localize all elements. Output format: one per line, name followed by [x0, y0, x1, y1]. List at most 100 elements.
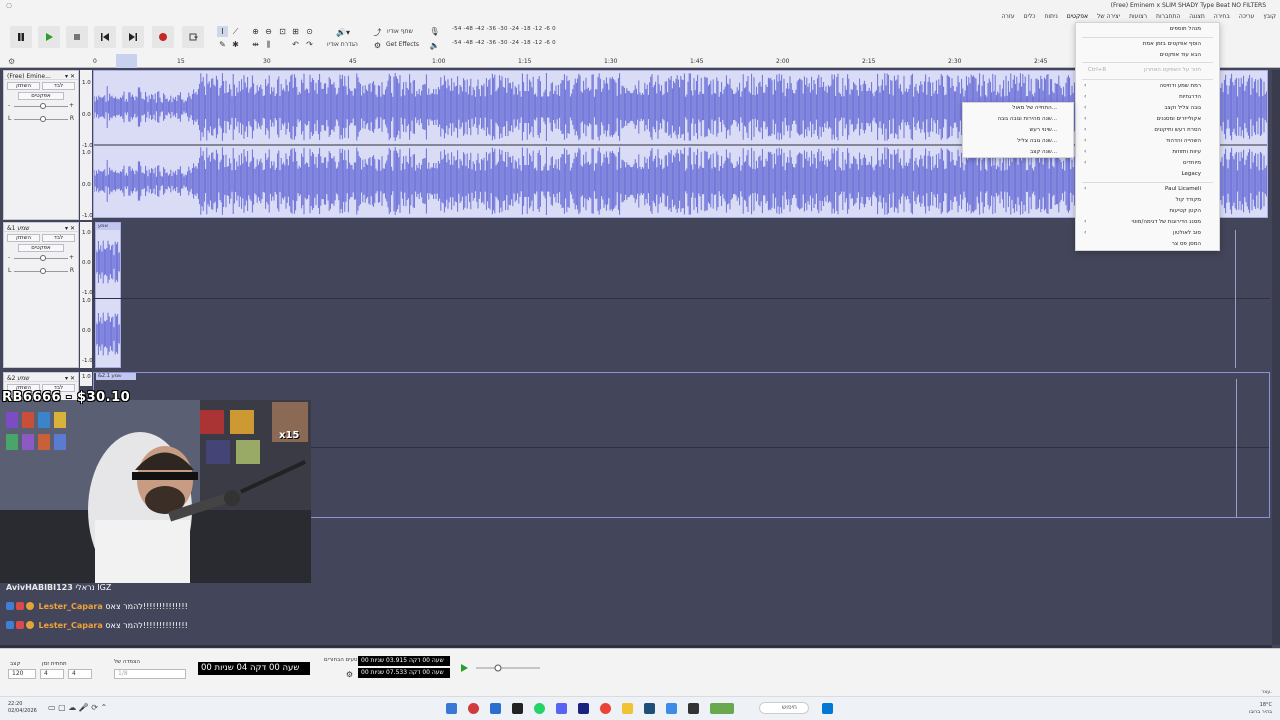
zoom-toggle-icon[interactable]: ⊙ [304, 26, 315, 37]
audio-setup-label[interactable]: הגדרת אודיו [327, 41, 358, 48]
effects-menu-item[interactable]: חזור על האפקט האחרון [1144, 67, 1201, 73]
effects-menu-item[interactable]: Legacy [1182, 171, 1202, 177]
pitch-submenu-item[interactable]: שנה קצב... [1030, 149, 1057, 155]
share-audio-label[interactable]: שתף אודיו [387, 28, 413, 35]
time-signature-denominator[interactable]: 4 [68, 669, 92, 679]
track-3-name[interactable]: &2 שמע [7, 375, 30, 382]
app-icon[interactable] [490, 703, 501, 714]
track-2-pan-slider[interactable]: LR [8, 265, 74, 278]
effects-menu-item[interactable]: הקטן קטיעות [1169, 208, 1201, 214]
effects-menu-item[interactable]: Paul Licameli [1165, 186, 1201, 192]
weather-widget[interactable]: 18°C בהיר ברובו [1249, 702, 1272, 716]
time-signature-numerator[interactable]: 4 [40, 669, 64, 679]
app-icon[interactable] [468, 703, 479, 714]
track-2-mute-button[interactable]: השתק [7, 234, 40, 242]
windows-start-icon[interactable] [822, 703, 833, 714]
play-button[interactable] [38, 26, 60, 48]
menu-item[interactable]: עזרה [1001, 13, 1014, 20]
track-1-name[interactable]: (Free) Emine... [7, 73, 51, 80]
track-2-name[interactable]: &1 שמע [7, 225, 30, 232]
effects-menu-item[interactable]: הבא עוד אפקטים [1160, 52, 1201, 58]
tray-icons[interactable]: ▭ ▢ ☁ 🎤 ⟳ ⌃ [48, 703, 107, 712]
vertical-scrollbar[interactable] [1272, 70, 1280, 645]
undo-icon[interactable]: ↶ [290, 39, 301, 50]
skip-start-button[interactable] [94, 26, 116, 48]
whatsapp-icon[interactable] [534, 703, 545, 714]
selection-end-time[interactable]: 00 שעה 00 דקה 07.533 שניות [358, 668, 450, 678]
menu-item[interactable]: עריכה [1239, 13, 1255, 20]
zoom-out-icon[interactable]: ⊖ [263, 26, 274, 37]
effects-menu-item[interactable]: המסן פס צר [1172, 241, 1201, 247]
audio-setup-icon[interactable]: 🔊▾ [333, 27, 353, 38]
pitch-submenu-item[interactable]: התחייה של מאול... [1012, 105, 1057, 111]
file-explorer-icon[interactable] [622, 703, 633, 714]
snap-label[interactable]: הצמדה של [114, 659, 140, 665]
menu-item[interactable]: יצירה של [1097, 13, 1120, 20]
effects-menu-item[interactable]: עיוות ותזוזות [1172, 149, 1201, 155]
multi-tool-icon[interactable]: ✱ [230, 39, 241, 50]
menu-item[interactable]: בחירה [1214, 13, 1230, 20]
menu-item[interactable]: תצוגה [1189, 13, 1205, 20]
effects-menu-item[interactable]: הדרגתיות [1179, 94, 1201, 100]
play-at-speed-slider[interactable] [460, 657, 540, 672]
menu-item[interactable]: כלים [1024, 13, 1036, 20]
pitch-submenu-item[interactable]: שינוי רעש... [1030, 127, 1058, 133]
effects-menu-item[interactable]: רמת שמע ודחיסה [1159, 83, 1201, 89]
envelope-tool-icon[interactable]: ⟋ [230, 26, 241, 37]
selection-start-time[interactable]: 00 שעה 00 דקה 03.915 שניות [358, 656, 450, 666]
ruler-settings-icon[interactable]: ⚙ [8, 57, 15, 66]
skip-end-button[interactable] [122, 26, 144, 48]
menu-item[interactable]: אפקטים [1067, 13, 1088, 20]
effects-menu-item[interactable]: מיוחדים [1183, 160, 1201, 166]
trim-icon[interactable]: ⇹ [250, 39, 261, 50]
app-icon[interactable] [644, 703, 655, 714]
loop-button[interactable] [182, 26, 204, 48]
edge-icon[interactable] [666, 703, 677, 714]
record-meter-scale[interactable]: -54 -48 -42 -36 -30 -24 -18 -12 -6 0 [452, 26, 556, 32]
pitch-submenu-item[interactable]: שנה מהירות וגובה גובה... [997, 116, 1057, 122]
draw-tool-icon[interactable]: ✎ [217, 39, 228, 50]
track-1-pan-slider[interactable]: LR [8, 113, 74, 126]
app-icon[interactable] [512, 703, 523, 714]
track-2-effects-button[interactable]: אפקטים [18, 244, 64, 252]
track-1-effects-button[interactable]: אפקטים [18, 92, 64, 100]
effects-menu-item[interactable]: סוב לאולטון [1173, 230, 1201, 236]
selection-settings-icon[interactable]: ⚙ [344, 669, 355, 680]
menu-item[interactable]: קובץ [1263, 13, 1276, 20]
fit-project-icon[interactable]: ⊞ [290, 26, 301, 37]
app-icon[interactable] [578, 703, 589, 714]
track-1-solo-button[interactable]: לבד [42, 82, 75, 90]
effects-menu-item[interactable]: מנהל תוספים [1170, 26, 1201, 32]
app-icon[interactable] [710, 703, 734, 714]
mic-meter-icon[interactable]: 🎙 [429, 26, 440, 37]
effects-menu-item[interactable]: גובה צליל וקצב [1164, 105, 1201, 111]
taskbar-search[interactable]: חיפוש [759, 702, 809, 714]
effects-menu-item[interactable]: הסרת רעש ותיקונים [1154, 127, 1201, 133]
pitch-submenu-item[interactable]: שנה גובה צליל... [1017, 138, 1057, 144]
pause-button[interactable] [10, 26, 32, 48]
track-menu-icon[interactable]: ▾ ✕ [65, 73, 75, 80]
app-icon[interactable] [688, 703, 699, 714]
menu-item[interactable]: ניתוח [1044, 13, 1057, 20]
effects-menu-item[interactable]: הוסף אפקטים בזמן אמת [1143, 41, 1201, 47]
track-1-gain-slider[interactable]: - + [8, 100, 74, 113]
discord-icon[interactable] [556, 703, 567, 714]
share-audio-icon[interactable]: ⤴ [372, 27, 383, 38]
snap-select[interactable]: 1/8 [114, 669, 186, 679]
silence-icon[interactable]: ⫼ [263, 39, 274, 50]
system-clock[interactable]: 22:20 02/04/2026 [8, 701, 37, 715]
track-1-mute-button[interactable]: השתק [7, 82, 40, 90]
chrome-icon[interactable] [600, 703, 611, 714]
effects-menu-item[interactable]: אקולייזרים ומסננים [1157, 116, 1201, 122]
track-3-clip-title[interactable]: &2.1 שמע [96, 373, 136, 380]
stop-button[interactable] [66, 26, 88, 48]
track-menu-icon[interactable]: ▾ ✕ [65, 225, 75, 232]
menu-item[interactable]: התחברות [1156, 13, 1180, 20]
track-2-gain-slider[interactable]: - + [8, 252, 74, 265]
get-effects-icon[interactable]: ⚙ [372, 40, 383, 51]
fit-selection-icon[interactable]: ⊡ [277, 26, 288, 37]
selection-tool-icon[interactable]: I [217, 26, 228, 37]
redo-icon[interactable]: ↷ [304, 39, 315, 50]
zoom-in-icon[interactable]: ⊕ [250, 26, 261, 37]
playback-meter-scale[interactable]: -54 -48 -42 -36 -30 -24 -18 -12 -6 0 [452, 40, 556, 46]
